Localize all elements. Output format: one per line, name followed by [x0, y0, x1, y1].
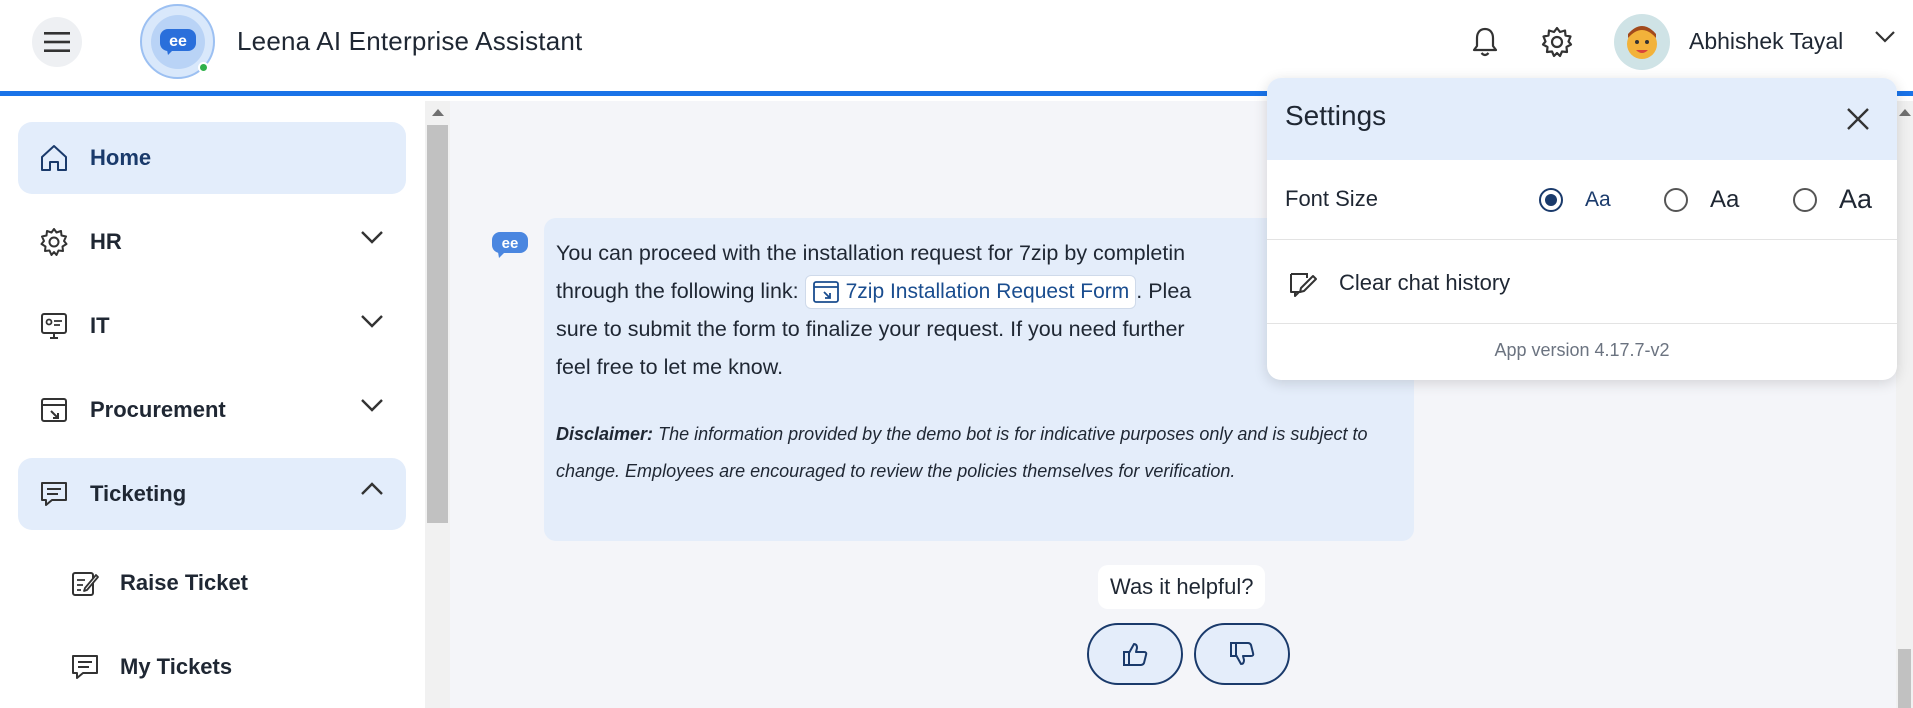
sidebar-subitem-label: My Tickets — [120, 654, 233, 679]
chevron-down-icon — [1875, 31, 1895, 43]
hr-gear-icon — [40, 228, 68, 256]
font-size-row: Font Size Aa Aa Aa — [1267, 160, 1897, 240]
font-size-medium-label[interactable]: Aa — [1710, 186, 1739, 214]
scroll-up-arrow[interactable] — [1898, 109, 1911, 116]
chevron-down-icon — [361, 315, 383, 328]
close-settings-button[interactable] — [1841, 102, 1875, 136]
settings-title: Settings — [1285, 100, 1387, 131]
scrollbar-thumb[interactable] — [1898, 649, 1911, 708]
disclaimer-label: Disclaimer: — [556, 424, 654, 444]
helpful-prompt: Was it helpful? — [1098, 565, 1266, 609]
message-line: feel free to let me know. — [556, 355, 784, 379]
settings-header: Settings — [1267, 78, 1897, 160]
chevron-down-icon — [361, 231, 383, 244]
thumbs-down-icon — [1230, 642, 1255, 665]
app-version: App version 4.17.7-v2 — [1494, 340, 1670, 360]
settings-panel: Settings Font Size Aa Aa Aa Clear chat h… — [1267, 78, 1897, 380]
sidebar: Home HR IT Procurement Ticketing Raise T… — [0, 101, 425, 708]
font-size-small-label[interactable]: Aa — [1585, 188, 1611, 212]
settings-button[interactable] — [1537, 22, 1577, 62]
gear-icon — [1541, 26, 1573, 58]
sidebar-item-hr[interactable]: HR — [18, 206, 406, 278]
app-logo: ee — [140, 4, 215, 79]
clear-history-label: Clear chat history — [1339, 270, 1511, 295]
external-form-icon — [812, 281, 839, 304]
sidebar-scrollbar[interactable] — [425, 101, 450, 708]
message-line: . Plea — [1136, 279, 1192, 303]
sidebar-subitem-label: Raise Ticket — [120, 570, 249, 595]
notifications-button[interactable] — [1465, 22, 1505, 62]
form-link-label[interactable]: 7zip Installation Request Form — [846, 273, 1130, 311]
font-size-large-label[interactable]: Aa — [1839, 184, 1872, 215]
user-avatar[interactable] — [1614, 14, 1670, 70]
thumbs-down-button[interactable] — [1194, 623, 1290, 685]
tickets-icon — [72, 655, 98, 679]
font-size-medium-radio[interactable] — [1664, 188, 1688, 212]
message-line: sure to submit the form to finalize your… — [556, 317, 1185, 341]
sidebar-item-label: Procurement — [90, 397, 226, 422]
procurement-icon — [41, 398, 67, 422]
sidebar-subitem-raise-ticket[interactable]: Raise Ticket — [70, 553, 248, 613]
font-size-large-radio[interactable] — [1793, 188, 1817, 212]
user-name[interactable]: Abhishek Tayal — [1689, 28, 1843, 55]
sidebar-subitem-my-tickets[interactable]: My Tickets — [70, 637, 232, 697]
font-size-label: Font Size — [1285, 186, 1378, 211]
close-icon — [1847, 108, 1869, 130]
message-line: You can proceed with the installation re… — [556, 241, 1186, 265]
scroll-up-arrow[interactable] — [431, 109, 444, 116]
svg-text:ee: ee — [502, 235, 519, 252]
sidebar-item-home[interactable]: Home — [18, 122, 406, 194]
menu-icon — [44, 32, 70, 52]
home-icon — [41, 145, 67, 171]
user-menu-toggle[interactable] — [1874, 30, 1896, 49]
clear-chat-history-button[interactable]: Clear chat history — [1267, 240, 1897, 324]
app-title: Leena AI Enterprise Assistant — [237, 26, 583, 56]
chevron-up-icon — [361, 482, 383, 495]
thumbs-up-icon — [1123, 643, 1148, 666]
clear-history-icon — [1290, 273, 1317, 297]
sidebar-item-it[interactable]: IT — [18, 290, 406, 362]
bell-icon — [1472, 27, 1498, 57]
form-link[interactable]: 7zip Installation Request Form — [804, 273, 1137, 311]
ticketing-icon — [41, 482, 67, 506]
it-icon — [41, 313, 67, 339]
message-line: through the following link: — [556, 279, 799, 303]
chevron-down-icon — [361, 399, 383, 412]
sidebar-item-label: Ticketing — [90, 481, 187, 506]
menu-button[interactable] — [32, 17, 82, 67]
font-size-small-radio[interactable] — [1539, 188, 1563, 212]
sidebar-item-ticketing[interactable]: Ticketing — [18, 458, 406, 530]
disclaimer-text: The information provided by the demo bot… — [556, 424, 1368, 481]
sidebar-item-label: HR — [90, 229, 122, 254]
sidebar-item-label: IT — [90, 313, 110, 338]
thumbs-up-button[interactable] — [1087, 623, 1183, 685]
edit-ticket-icon — [72, 572, 99, 596]
bot-avatar-icon: ee — [492, 232, 528, 258]
sidebar-item-procurement[interactable]: Procurement — [18, 374, 406, 446]
scrollbar-thumb[interactable] — [427, 125, 448, 523]
chat-scrollbar[interactable] — [1896, 101, 1913, 708]
svg-text:ee: ee — [169, 33, 187, 50]
disclaimer: Disclaimer: The information provided by … — [556, 416, 1402, 490]
online-status-dot — [198, 62, 209, 73]
sidebar-item-label: Home — [90, 145, 152, 170]
